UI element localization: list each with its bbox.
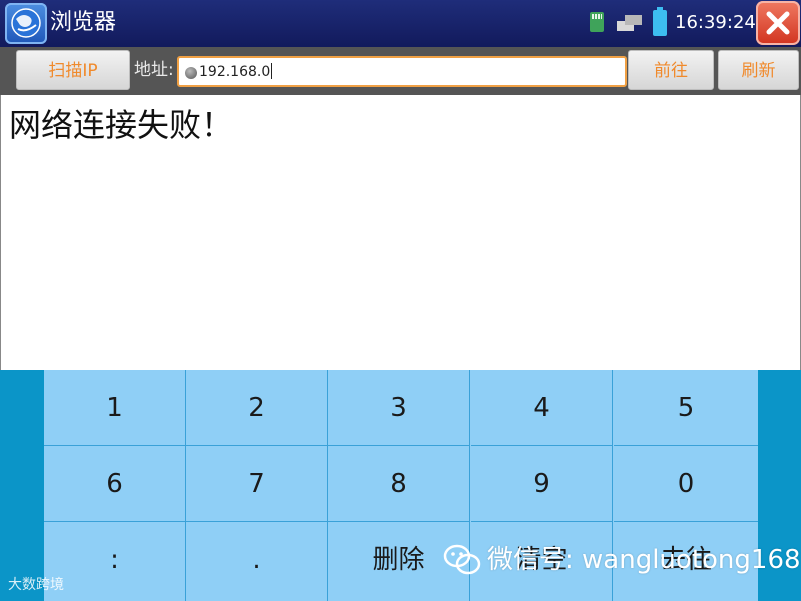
browser-content: 网络连接失败！ — [0, 95, 801, 370]
key-8[interactable]: 8 — [328, 446, 470, 522]
toolbar: 扫描IP 地址: 192.168.0 前往 刷新 — [0, 47, 801, 95]
globe-icon — [185, 67, 197, 79]
address-input[interactable]: 192.168.0 — [177, 56, 627, 87]
key-0[interactable]: 0 — [614, 446, 758, 522]
clock: 16:39:24 — [675, 12, 756, 33]
key-9[interactable]: 9 — [471, 446, 613, 522]
watermark-right-text: 微信号: wangluotong168 — [487, 545, 801, 575]
key-2[interactable]: 2 — [186, 370, 328, 446]
text-caret — [271, 63, 273, 79]
key-5[interactable]: 5 — [614, 370, 758, 446]
key-4[interactable]: 4 — [471, 370, 613, 446]
title-bar: 浏览器 16:39:24 — [0, 0, 801, 47]
address-label: 地址: — [134, 60, 174, 80]
scan-ip-button[interactable]: 扫描IP — [16, 50, 130, 90]
close-button[interactable] — [756, 1, 800, 45]
wechat-icon — [443, 544, 481, 575]
browser-icon — [5, 3, 47, 44]
key-dot[interactable]: . — [186, 522, 328, 601]
watermark-left: 大数跨境 — [8, 575, 64, 595]
refresh-button[interactable]: 刷新 — [718, 50, 799, 90]
battery-icon — [653, 7, 667, 36]
app-title: 浏览器 — [50, 10, 117, 35]
error-message: 网络连接失败！ — [9, 106, 234, 144]
key-1[interactable]: 1 — [44, 370, 186, 446]
address-value: 192.168.0 — [199, 64, 271, 80]
close-icon — [766, 11, 790, 35]
key-6[interactable]: 6 — [44, 446, 186, 522]
go-button[interactable]: 前往 — [628, 50, 714, 90]
watermark-left-text: 大数跨境 — [8, 577, 64, 593]
sd-card-icon — [590, 12, 604, 32]
key-3[interactable]: 3 — [328, 370, 470, 446]
key-colon[interactable]: : — [44, 522, 186, 601]
network-icon — [615, 12, 645, 34]
key-7[interactable]: 7 — [186, 446, 328, 522]
